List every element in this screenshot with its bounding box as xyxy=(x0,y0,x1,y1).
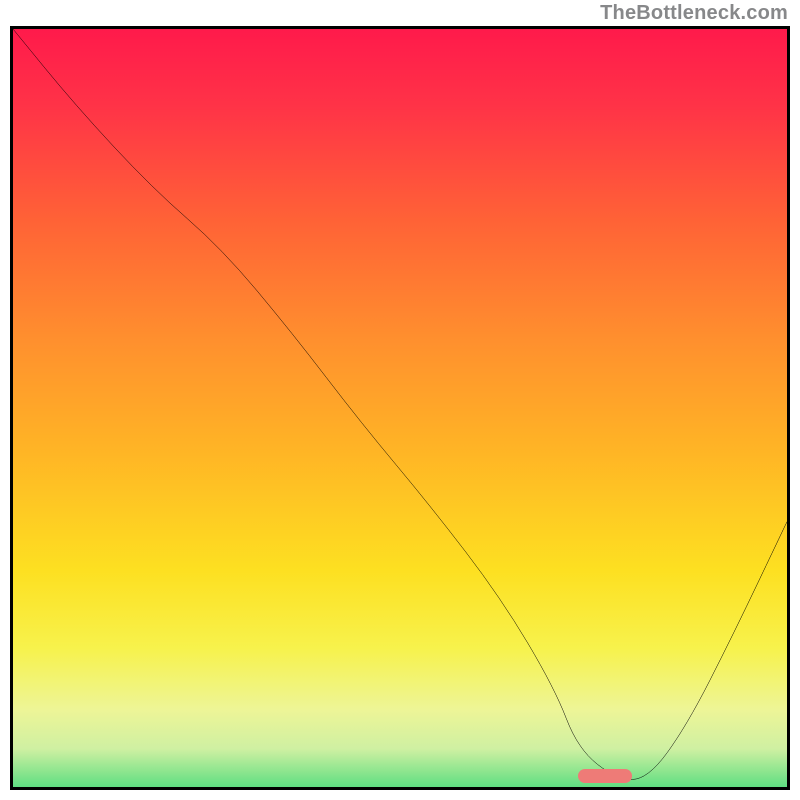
watermark-text: TheBottleneck.com xyxy=(600,2,788,25)
optimum-marker xyxy=(578,769,632,783)
chart-frame xyxy=(10,26,790,790)
bottleneck-curve xyxy=(13,29,787,787)
